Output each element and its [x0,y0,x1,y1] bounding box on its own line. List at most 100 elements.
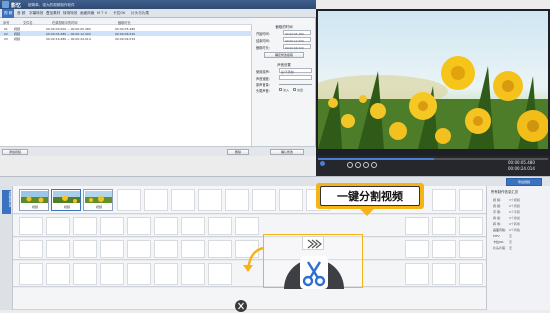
menu-video[interactable]: 视 频 [2,9,15,18]
confirm-cut-button[interactable]: 确定修改截取 [264,52,304,58]
empty-slot[interactable] [19,240,43,258]
info-label: 转 场: [493,222,501,226]
col-filename[interactable]: 文件名 [23,20,33,25]
table-toolbar: 添加视频 删除 确认修改 [0,146,316,156]
empty-slot[interactable] [432,217,456,235]
col-duration[interactable]: 截取时长 [118,20,131,25]
audio-speed-field[interactable] [279,75,312,80]
empty-slot[interactable] [46,217,70,235]
start-time-field[interactable]: 00:00:05.480 [283,30,311,36]
col-index[interactable]: 序号 [3,20,9,25]
empty-slot[interactable] [459,217,483,235]
empty-slot[interactable] [181,263,205,285]
prev-frame-button[interactable] [363,162,369,168]
timeline-clip[interactable]: 视频 [19,189,49,211]
empty-slot[interactable] [19,217,43,235]
info-value: 无 [509,240,513,244]
add-video-button[interactable]: 添加视频 [2,149,28,155]
fade-in-checkbox[interactable] [279,88,282,91]
empty-slot[interactable] [181,240,205,258]
menu-overlay[interactable]: 叠加素材 [46,11,60,16]
export-video-button[interactable]: 导出视频 [506,178,542,186]
info-value: 0个转场 [509,222,520,226]
info-value: 0个叠加 [509,216,520,220]
menu-audio[interactable]: 音 频 [17,11,25,16]
empty-slot[interactable] [208,240,232,258]
empty-slot[interactable] [405,263,429,285]
empty-slot[interactable] [181,217,205,235]
empty-slot[interactable] [144,189,168,211]
empty-slot[interactable] [459,263,483,285]
next-frame-button[interactable] [371,162,377,168]
video-preview[interactable] [318,11,548,149]
info-value: 0个风格 [509,228,520,232]
empty-slot[interactable] [127,240,151,258]
table-row[interactable]: 03 视频 00:00:19.480 ~ 00:00:24.014 00:00:… [0,36,252,41]
timeline-clip-selected[interactable]: 视频 [51,189,81,211]
empty-slot[interactable] [171,189,195,211]
empty-slot[interactable] [459,189,483,211]
fade-out-checkbox[interactable] [293,88,296,91]
empty-slot[interactable] [208,263,232,285]
empty-slot[interactable] [405,240,429,258]
scissors-icon[interactable] [300,256,328,289]
info-label: 画面风格: [493,228,507,232]
app-subtitle: 超简单、强大的视频制作软件 [28,2,75,7]
info-label: 片头片尾: [493,246,507,250]
menu-transition[interactable]: 转场特效 [63,11,77,16]
empty-slot[interactable] [432,263,456,285]
use-audio-select[interactable]: 是(不添加) [279,68,312,74]
empty-slot[interactable] [73,240,97,258]
col-source-time[interactable]: 在源视频中的时间 [52,20,78,25]
audio-lane [13,215,486,237]
empty-slot[interactable] [154,263,178,285]
empty-slot[interactable] [208,217,232,235]
empty-slot[interactable] [100,263,124,285]
empty-slot[interactable] [127,263,151,285]
clip-thumbnail [53,191,80,203]
end-time-field[interactable]: 00:00:12.000 [283,37,311,43]
confirm-edit-button[interactable]: 确认修改 [270,149,304,155]
empty-slot[interactable] [100,240,124,258]
empty-slot[interactable] [127,217,151,235]
volume-slider[interactable] [279,84,312,85]
empty-slot[interactable] [100,217,124,235]
empty-slot[interactable] [252,189,276,211]
menu-style[interactable]: 画面风格 [80,11,94,16]
empty-slot[interactable] [46,263,70,285]
empty-slot[interactable] [117,189,141,211]
playback-progress[interactable] [318,158,434,160]
empty-slot[interactable] [405,217,429,235]
split-scissors-small-icon[interactable] [235,300,247,312]
menu-intro-outro[interactable]: 片头与片尾 [131,11,149,16]
empty-slot[interactable] [19,263,43,285]
menu-subtitle[interactable]: 字幕特效 [29,11,43,16]
menu-mtv[interactable]: M T V [97,11,107,15]
timeline-clip[interactable]: 视频 [83,189,113,211]
empty-slot[interactable] [279,189,303,211]
empty-slot[interactable] [459,240,483,258]
menu-karaoke[interactable]: 卡拉OK [113,11,125,16]
delete-button[interactable]: 删除 [227,149,249,155]
info-label: 字 幕: [493,210,501,214]
empty-slot[interactable] [154,240,178,258]
duration-field[interactable]: 00:00:06.520 [283,44,311,50]
clip-properties-panel: 截取的时间 开始时间: 00:00:05.480 结束时间: 00:00:12.… [252,18,316,156]
add-video-clip-tab[interactable]: 添加视频片段 [2,190,11,214]
info-value: 3个视频 [509,198,520,202]
empty-slot[interactable] [46,240,70,258]
empty-slot[interactable] [73,263,97,285]
empty-slot[interactable] [225,189,249,211]
empty-slot[interactable] [198,189,222,211]
playhead-handle[interactable] [320,161,325,166]
empty-slot[interactable] [432,240,456,258]
current-time: 00:00:05.480 [508,160,535,165]
empty-slot[interactable] [154,217,178,235]
empty-slot[interactable] [73,217,97,235]
play-button[interactable] [347,162,353,168]
empty-slot[interactable] [432,189,456,211]
callout-text: 一键分割视频 [320,186,420,206]
stop-button[interactable] [355,162,361,168]
info-value: 0个音频 [509,204,520,208]
empty-slot[interactable] [235,217,259,235]
